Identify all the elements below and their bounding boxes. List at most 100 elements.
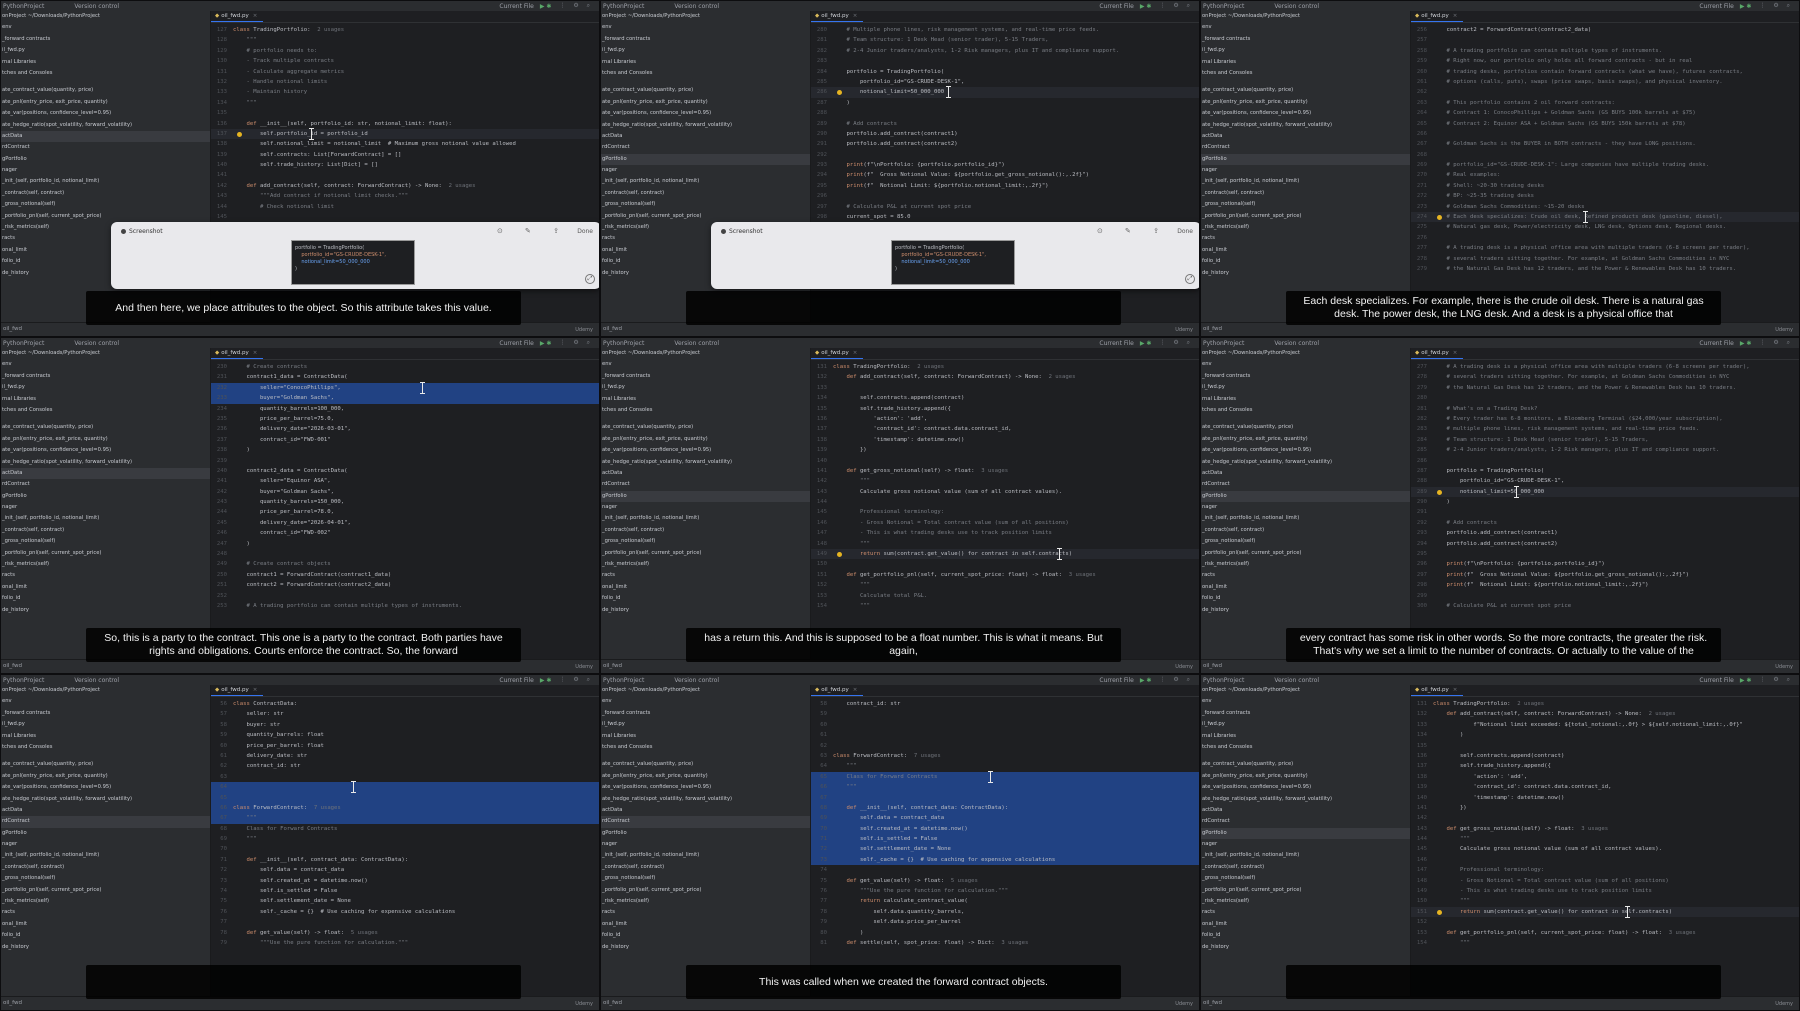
sidebar-item[interactable]: env (1, 22, 210, 33)
sidebar-item[interactable]: onal_limit (1201, 582, 1410, 593)
sidebar-item[interactable]: _init_(self, portfolio_id, notional_limi… (601, 176, 810, 187)
sidebar-item[interactable]: gPortfolio (1201, 827, 1410, 840)
sidebar-item[interactable]: _portfolio_pnl(self, current_spot_price) (601, 548, 810, 559)
toolbar-icons[interactable]: ⋮ ⚙ ⌕ (559, 676, 593, 684)
sidebar-item[interactable]: ate_hedge_ratio(spot_volatility, forward… (1, 457, 210, 468)
screenshot-thumbnail[interactable]: portfolio = TradingPortfolio( portfolio_… (291, 240, 415, 285)
vcs-menu[interactable]: Version control (74, 677, 119, 684)
sidebar-item[interactable]: racts (1201, 233, 1410, 244)
sidebar-item[interactable]: rnal Libraries (1, 731, 210, 742)
sidebar-item[interactable]: _gross_notional(self) (601, 199, 810, 210)
sidebar-item[interactable]: ate_var(positions, confidence_level=0.95… (601, 782, 810, 793)
sidebar-item[interactable]: ate_contract_value(quantity, price) (1, 85, 210, 96)
run-config-selector[interactable]: Current File (1699, 3, 1733, 10)
sidebar-item[interactable]: env (1201, 359, 1410, 370)
run-config-selector[interactable]: Current File (1099, 677, 1133, 684)
sidebar-item[interactable]: env (601, 359, 810, 370)
sidebar-item[interactable]: il_fwd.py (601, 45, 810, 56)
sidebar-item[interactable]: env (1, 696, 210, 707)
sidebar-item[interactable]: gPortfolio (1, 828, 210, 839)
sidebar-item[interactable]: env (1, 359, 210, 370)
sidebar-item[interactable]: _risk_metrics(self) (1201, 559, 1410, 570)
screenshot-tools-icons[interactable]: ⊙ ✎ ⇪ (1097, 227, 1169, 235)
sidebar-item[interactable]: _forward contracts (1, 371, 210, 382)
close-icon[interactable]: × (253, 13, 258, 19)
sidebar-item[interactable]: gPortfolio (601, 828, 810, 839)
sidebar-item[interactable]: tches and Consoles (1201, 405, 1410, 416)
sidebar-item[interactable]: gPortfolio (1, 491, 210, 502)
vcs-menu[interactable]: Version control (674, 340, 719, 347)
sidebar-item[interactable]: nager (1, 502, 210, 513)
intention-bulb-icon[interactable] (1437, 910, 1442, 915)
sidebar-item[interactable]: _contract(self, contract) (601, 525, 810, 536)
sidebar-item[interactable]: _forward contracts (1, 34, 210, 45)
sidebar-item[interactable]: racts (1, 907, 210, 918)
expand-icon[interactable]: ⤢ (1185, 274, 1195, 284)
sidebar-item[interactable]: ate_pnl(entry_price, exit_price, quantit… (601, 97, 810, 108)
sidebar-item[interactable]: nager (601, 839, 810, 850)
sidebar-item[interactable]: tches and Consoles (1, 742, 210, 753)
code-editor[interactable]: ◆ oil_fwd.py × 56 class ContractData: 57 sell… (211, 685, 599, 998)
sidebar-item[interactable]: folio_id (1201, 930, 1410, 941)
sidebar-item[interactable]: _forward contracts (1, 708, 210, 719)
run-config-selector[interactable]: Current File (499, 677, 533, 684)
play-icon[interactable]: ▶ ✱ (1140, 677, 1152, 684)
sidebar-item[interactable]: nager (601, 502, 810, 513)
sidebar-item[interactable]: de_history (1, 605, 210, 616)
screenshot-thumbnail[interactable]: portfolio = TradingPortfolio( portfolio_… (891, 240, 1015, 285)
sidebar-item[interactable]: de_history (1201, 605, 1410, 616)
sidebar-item[interactable]: _contract(self, contract) (1201, 188, 1410, 199)
vcs-menu[interactable]: Version control (674, 677, 719, 684)
sidebar-item[interactable]: il_fwd.py (1201, 719, 1410, 730)
sidebar-item[interactable]: ate_contract_value(quantity, price) (601, 422, 810, 433)
screenshot-tools-icons[interactable]: ⊙ ✎ ⇪ (497, 227, 569, 235)
sidebar-item[interactable]: _gross_notional(self) (1, 199, 210, 210)
sidebar-item[interactable]: _risk_metrics(self) (601, 559, 810, 570)
sidebar-item[interactable]: _portfolio_pnl(self, current_spot_price) (601, 885, 810, 896)
sidebar-item[interactable]: onal_limit (1201, 245, 1410, 256)
sidebar-item[interactable]: _init_(self, portfolio_id, notional_limi… (1, 850, 210, 861)
sidebar-item[interactable]: gPortfolio (601, 490, 810, 503)
vcs-menu[interactable]: Version control (1274, 677, 1319, 684)
play-icon[interactable]: ▶ ✱ (1740, 3, 1752, 10)
sidebar-item[interactable]: rnal Libraries (1201, 394, 1410, 405)
play-icon[interactable]: ▶ ✱ (1140, 340, 1152, 347)
sidebar-item[interactable]: _gross_notional(self) (1201, 199, 1410, 210)
sidebar-item[interactable]: _forward contracts (601, 708, 810, 719)
toolbar-icons[interactable]: ⋮ ⚙ ⌕ (559, 2, 593, 10)
sidebar-item[interactable]: gPortfolio (1201, 153, 1410, 166)
toolbar-icons[interactable]: ⋮ ⚙ ⌕ (559, 339, 593, 347)
sidebar-item[interactable]: onal_limit (1, 919, 210, 930)
sidebar-item[interactable]: ate_hedge_ratio(spot_volatility, forward… (1201, 457, 1410, 468)
sidebar-item[interactable]: rnal Libraries (1201, 731, 1410, 742)
sidebar-item[interactable]: actData (601, 805, 810, 816)
sidebar-item[interactable]: gPortfolio (601, 153, 810, 166)
close-icon[interactable]: × (253, 687, 258, 693)
sidebar-item[interactable]: rdContract (1201, 479, 1410, 490)
code-editor[interactable]: ◆ oil_fwd.py × 277 # A trading desk is a ph… (1411, 348, 1799, 661)
project-switcher[interactable]: PythonProject (603, 3, 644, 10)
sidebar-item[interactable]: _contract(self, contract) (601, 188, 810, 199)
run-config-selector[interactable]: Current File (499, 340, 533, 347)
vcs-menu[interactable]: Version control (674, 3, 719, 10)
sidebar-item[interactable]: de_history (601, 605, 810, 616)
sidebar-item[interactable]: actData (1201, 131, 1410, 142)
run-config-selector[interactable]: Current File (1699, 677, 1733, 684)
play-icon[interactable]: ▶ ✱ (1140, 3, 1152, 10)
sidebar-item[interactable]: ate_hedge_ratio(spot_volatility, forward… (1, 120, 210, 131)
sidebar-item[interactable]: onProject ~/Downloads/PythonProject (1201, 348, 1410, 359)
sidebar-item[interactable]: ate_contract_value(quantity, price) (1, 422, 210, 433)
sidebar-item[interactable]: rdContract (1201, 142, 1410, 153)
sidebar-item[interactable]: actData (601, 131, 810, 142)
sidebar-item[interactable]: ate_pnl(entry_price, exit_price, quantit… (1, 434, 210, 445)
toolbar-icons[interactable]: ⋮ ⚙ ⌕ (1759, 339, 1793, 347)
sidebar-item[interactable]: il_fwd.py (1, 45, 210, 56)
sidebar-item[interactable]: nager (1201, 502, 1410, 513)
sidebar-item[interactable]: onProject ~/Downloads/PythonProject (1, 685, 210, 696)
sidebar-item[interactable]: nager (601, 165, 810, 176)
sidebar-item[interactable]: _portfolio_pnl(self, current_spot_price) (1, 548, 210, 559)
play-icon[interactable]: ▶ ✱ (1740, 340, 1752, 347)
editor-tab[interactable]: ◆ oil_fwd.py × (811, 687, 864, 696)
sidebar-item[interactable]: actData (601, 468, 810, 479)
sidebar-item[interactable]: il_fwd.py (1, 719, 210, 730)
